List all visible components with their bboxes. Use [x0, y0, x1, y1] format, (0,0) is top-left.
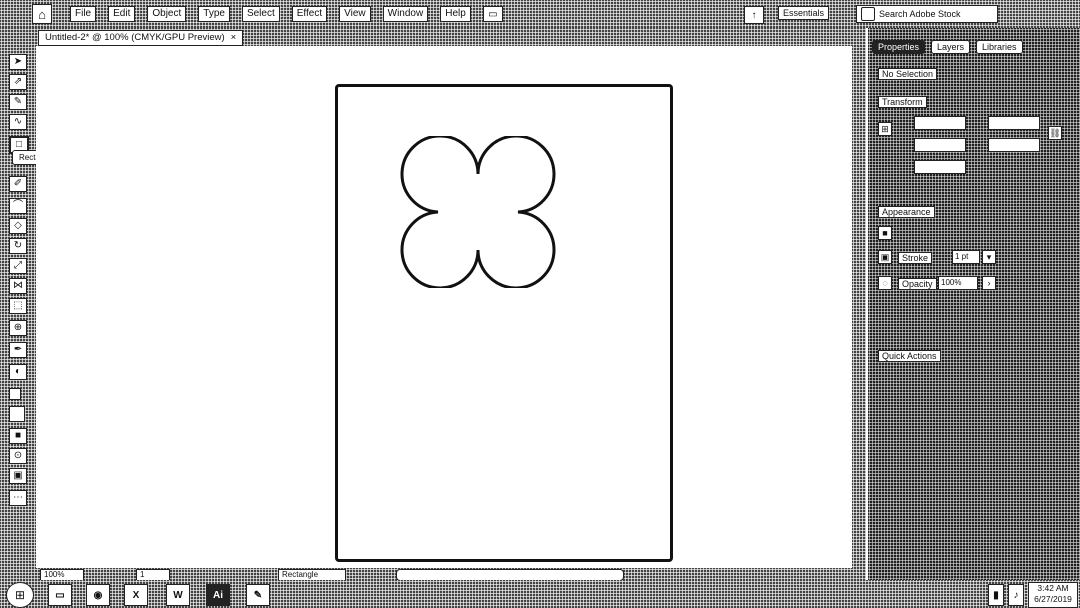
menu-type[interactable]: Type [198, 6, 230, 22]
reference-point-icon[interactable]: ⊞ [878, 122, 892, 136]
stroke-color-icon[interactable] [9, 406, 25, 422]
taskbar-excel[interactable]: X [124, 584, 148, 606]
fill-swatch-icon[interactable]: ■ [878, 226, 892, 240]
blend-tool-icon[interactable]: ◐ [9, 364, 27, 380]
curvature-tool-icon[interactable]: ∿ [9, 114, 27, 130]
direct-selection-tool-icon[interactable]: ⇗ [9, 74, 27, 90]
chevron-down-icon[interactable]: ▾ [982, 250, 996, 264]
search-placeholder: Search Adobe Stock [879, 9, 961, 19]
arrange-documents-icon[interactable]: ▭ [482, 6, 503, 22]
home-icon[interactable]: ⌂ [32, 4, 52, 24]
chevron-right-icon[interactable]: › [982, 276, 996, 290]
menu-select[interactable]: Select [241, 6, 280, 22]
constrain-proportions-icon[interactable]: ⛓ [1048, 126, 1062, 140]
vertical-scrollbar[interactable] [852, 46, 866, 568]
taskbar-explorer[interactable]: ▭ [48, 584, 72, 606]
menu-window[interactable]: Window [382, 6, 429, 22]
stock-icon [861, 7, 875, 21]
tab-properties[interactable]: Properties [872, 40, 926, 54]
stroke-weight-field[interactable]: 1 pt [952, 250, 980, 264]
scale-tool-icon[interactable]: ⤢ [9, 258, 27, 274]
y-field[interactable] [988, 116, 1040, 130]
stroke-label: Stroke [898, 252, 933, 264]
transform-heading: Transform [878, 96, 927, 108]
quick-actions-heading: Quick Actions [878, 350, 941, 362]
share-icon[interactable]: ↑ [744, 6, 764, 24]
selection-status: No Selection [878, 68, 938, 80]
document-tab-title: Untitled-2* @ 100% (CMYK/GPU Preview) [45, 32, 225, 43]
menu-bar: ⌂ File Edit Object Type Select Effect Vi… [0, 0, 1080, 28]
rotate-field[interactable] [914, 160, 966, 174]
tab-libraries[interactable]: Libraries [976, 40, 1023, 54]
free-transform-tool-icon[interactable]: ⬚ [9, 298, 27, 314]
menu-edit[interactable]: Edit [108, 6, 136, 22]
shape-builder-tool-icon[interactable]: ⊕ [9, 320, 27, 336]
workspace-switcher[interactable]: Essentials [778, 6, 830, 20]
close-icon[interactable]: × [231, 31, 237, 45]
flower-shape[interactable] [400, 136, 556, 288]
clock[interactable]: 3:42 AM 6/27/2019 [1028, 582, 1078, 608]
opacity-field[interactable]: 100% [938, 276, 978, 290]
rotate-tool-icon[interactable]: ↻ [9, 238, 27, 254]
menu-view[interactable]: View [339, 6, 371, 22]
more-tools-icon[interactable]: ⋯ [9, 490, 27, 506]
menu-effect[interactable]: Effect [291, 6, 328, 22]
volume-icon[interactable]: ♪ [1008, 584, 1024, 606]
start-button[interactable]: ⊞ [6, 582, 34, 608]
x-field[interactable] [914, 116, 966, 130]
network-icon[interactable]: ▮ [988, 584, 1004, 606]
screen-mode-icon[interactable]: ▣ [9, 468, 27, 484]
menu-file[interactable]: File [70, 6, 97, 22]
appearance-heading: Appearance [878, 206, 935, 218]
width-tool-icon[interactable]: ⋈ [9, 278, 27, 294]
opacity-icon: ◌ [878, 276, 892, 290]
clock-time: 3:42 AM [1037, 583, 1069, 593]
tab-layers[interactable]: Layers [931, 40, 971, 54]
taskbar-paint[interactable]: ✎ [246, 584, 270, 606]
menu-object[interactable]: Object [147, 6, 187, 22]
fill-color-icon[interactable] [9, 388, 21, 400]
width-field[interactable] [914, 138, 966, 152]
selection-tool-icon[interactable]: ➤ [9, 54, 27, 70]
menu-help[interactable]: Help [440, 6, 471, 22]
color-mode-icon[interactable]: ■ [9, 428, 27, 444]
stroke-swatch-icon[interactable]: ▣ [878, 250, 892, 264]
pen-tool-icon[interactable]: ✎ [9, 94, 27, 110]
height-field[interactable] [988, 138, 1040, 152]
paintbrush-tool-icon[interactable]: ✐ [9, 176, 27, 192]
clock-date: 6/27/2019 [1034, 594, 1072, 604]
taskbar-word[interactable]: W [166, 584, 190, 606]
search-input[interactable]: Search Adobe Stock [856, 5, 998, 23]
document-tab[interactable]: Untitled-2* @ 100% (CMYK/GPU Preview) × [38, 30, 244, 46]
taskbar-chrome[interactable]: ◉ [86, 584, 110, 606]
eraser-tool-icon[interactable]: ◇ [9, 218, 27, 234]
taskbar: ⊞ ▭ ◉ X W Ai ✎ ▮ ♪ 3:42 AM 6/27/2019 [0, 580, 1080, 608]
status-bar: 100% 1 Rectangle [36, 568, 866, 581]
opacity-label: Opacity [898, 278, 937, 290]
taskbar-illustrator[interactable]: Ai [206, 584, 230, 606]
eyedropper-tool-icon[interactable]: ✒ [9, 342, 27, 358]
tools-panel: ➤ ⇗ ✎ ∿ □ ✐ ⌒ ◇ ↻ ⤢ ⋈ ⬚ ⊕ ✒ ◐ ■ ⊙ ▣ ⋯ [0, 28, 36, 580]
shaper-tool-icon[interactable]: ⌒ [9, 198, 27, 214]
properties-panel: Properties Layers Libraries No Selection… [868, 28, 1080, 580]
drawing-mode-icon[interactable]: ⊙ [9, 448, 27, 464]
